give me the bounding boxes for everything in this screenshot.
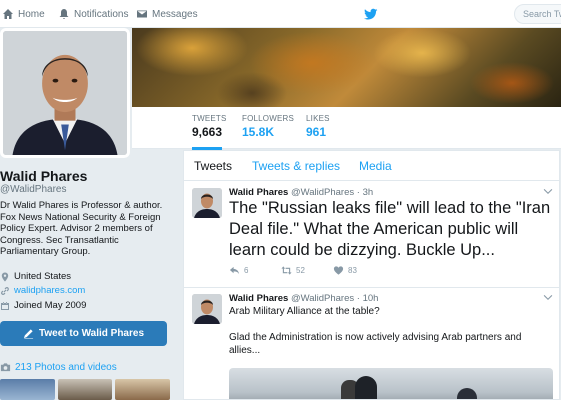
timeline-tabs: Tweets Tweets & replies Media bbox=[184, 151, 559, 181]
tweet-text-line: Arab Military Alliance at the table? bbox=[229, 306, 380, 317]
tweet-actions: 6 52 83 bbox=[229, 265, 385, 276]
tweet-dot: · bbox=[356, 293, 360, 304]
bell-icon bbox=[59, 9, 69, 19]
media-thumbnails bbox=[0, 379, 171, 400]
stat-followers-label: FOLLOWERS bbox=[242, 114, 295, 123]
stat-likes[interactable]: LIKES 961 bbox=[306, 114, 330, 139]
photos-videos-link[interactable]: 213 Photos and videos bbox=[0, 362, 117, 373]
tweet-author-handle[interactable]: @WalidPhares bbox=[291, 187, 354, 198]
tweet-header: Walid Phares @WalidPhares · 3h bbox=[229, 187, 373, 198]
photos-videos-label: 213 Photos and videos bbox=[15, 362, 117, 373]
tweet-avatar[interactable] bbox=[192, 294, 222, 324]
profile-nav-bar: TWEETS 9,663 FOLLOWERS 15.8K LIKES 961 bbox=[132, 107, 561, 150]
tweet-dot: · bbox=[356, 187, 360, 198]
tweet-menu-caret[interactable] bbox=[543, 186, 553, 196]
reply-icon bbox=[229, 266, 240, 275]
tweet-header: Walid Phares @WalidPhares · 10h bbox=[229, 293, 378, 304]
nav-messages-label: Messages bbox=[152, 8, 198, 20]
tweet-avatar[interactable] bbox=[192, 188, 222, 218]
profile-photo bbox=[3, 31, 127, 155]
location-pin-icon bbox=[1, 272, 9, 281]
media-figure bbox=[355, 376, 377, 399]
tweet-media-image[interactable] bbox=[229, 368, 553, 399]
chevron-down-icon bbox=[543, 295, 553, 300]
tweet-text: The "Russian leaks file" will lead to th… bbox=[229, 199, 551, 259]
nav-notifications-label: Notifications bbox=[74, 8, 129, 20]
stat-likes-value: 961 bbox=[306, 125, 327, 139]
like-button[interactable]: 83 bbox=[333, 265, 385, 276]
tweet-author-name[interactable]: Walid Phares bbox=[229, 187, 288, 198]
stat-followers[interactable]: FOLLOWERS 15.8K bbox=[242, 114, 294, 139]
profile-name[interactable]: Walid Phares bbox=[0, 168, 87, 184]
media-thumbnail[interactable] bbox=[57, 379, 113, 400]
media-thumbnail[interactable] bbox=[0, 379, 55, 400]
media-figure bbox=[457, 388, 477, 399]
tweet-timestamp[interactable]: 10h bbox=[363, 293, 379, 304]
stat-tweets-value: 9,663 bbox=[192, 125, 223, 139]
profile-joined: Joined May 2009 bbox=[0, 300, 86, 311]
media-thumbnail[interactable] bbox=[115, 379, 171, 400]
profile-website[interactable]: walidphares.com bbox=[0, 285, 85, 296]
twitter-bird-icon[interactable] bbox=[364, 7, 378, 21]
timeline: Tweets Tweets & replies Media Walid Phar… bbox=[183, 150, 560, 400]
calendar-icon bbox=[1, 301, 9, 310]
home-icon bbox=[3, 9, 13, 19]
retweet-icon bbox=[281, 266, 292, 275]
reply-button[interactable]: 6 bbox=[229, 265, 281, 276]
tweet-menu-caret[interactable] bbox=[543, 292, 553, 302]
compose-quill-icon bbox=[23, 329, 34, 339]
tweet-to-button-label: Tweet to Walid Phares bbox=[38, 328, 145, 339]
stat-followers-value: 15.8K bbox=[242, 125, 275, 139]
profile-handle[interactable]: @WalidPhares bbox=[0, 184, 66, 195]
stat-tweets-label: TWEETS bbox=[192, 114, 227, 123]
like-count: 83 bbox=[348, 266, 357, 275]
profile-banner bbox=[132, 28, 561, 107]
stat-tweets[interactable]: TWEETS 9,663 bbox=[192, 114, 227, 150]
tab-tweets[interactable]: Tweets bbox=[194, 159, 232, 173]
stat-likes-label: LIKES bbox=[306, 114, 330, 123]
profile-avatar[interactable] bbox=[0, 28, 130, 158]
nav-home[interactable]: Home bbox=[2, 7, 45, 21]
camera-icon bbox=[0, 363, 11, 372]
tweet[interactable]: Walid Phares @WalidPhares · 10h Arab Mil… bbox=[184, 288, 559, 399]
tweet-author-name[interactable]: Walid Phares bbox=[229, 293, 288, 304]
tab-media[interactable]: Media bbox=[359, 159, 392, 173]
retweet-button[interactable]: 52 bbox=[281, 265, 333, 276]
top-nav: Home Notifications Messages Search Twitt… bbox=[0, 0, 561, 28]
envelope-icon bbox=[137, 10, 147, 18]
heart-icon bbox=[333, 266, 344, 275]
tweet-to-button[interactable]: Tweet to Walid Phares bbox=[0, 321, 167, 346]
profile-location-text: United States bbox=[14, 271, 72, 282]
profile-location: United States bbox=[0, 271, 71, 282]
chevron-down-icon bbox=[543, 189, 553, 194]
tweet[interactable]: Walid Phares @WalidPhares · 3h The "Russ… bbox=[184, 182, 559, 288]
profile-website-link[interactable]: walidphares.com bbox=[14, 285, 85, 296]
link-icon bbox=[1, 286, 9, 295]
retweet-count: 52 bbox=[296, 266, 305, 275]
tweet-text-line: Glad the Administration is now actively … bbox=[229, 332, 522, 356]
tab-tweets-and-replies[interactable]: Tweets & replies bbox=[252, 159, 340, 173]
tweet-timestamp[interactable]: 3h bbox=[363, 187, 374, 198]
tweet-author-handle[interactable]: @WalidPhares bbox=[291, 293, 354, 304]
search-input[interactable]: Search Twitter bbox=[514, 4, 561, 24]
nav-notifications[interactable]: Notifications bbox=[58, 7, 128, 21]
profile-joined-text: Joined May 2009 bbox=[14, 300, 87, 311]
nav-home-label: Home bbox=[18, 8, 45, 20]
nav-messages[interactable]: Messages bbox=[136, 7, 198, 21]
tweet-text: Arab Military Alliance at the table? Gla… bbox=[229, 305, 549, 357]
profile-bio: Dr Walid Phares is Professor & author. F… bbox=[0, 200, 163, 257]
reply-count: 6 bbox=[244, 266, 249, 275]
